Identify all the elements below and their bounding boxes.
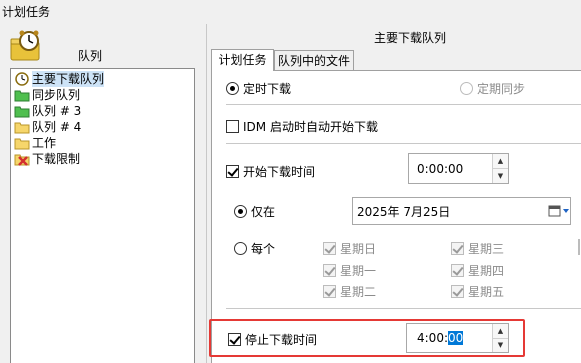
start-on-idm-startup-option[interactable]: IDM 启动时自动开始下载: [226, 118, 378, 135]
green-folder-icon: [14, 106, 30, 118]
weekday-checkbox[interactable]: [323, 264, 336, 277]
calendar-dropdown-icon[interactable]: [548, 204, 570, 218]
periodic-sync-radio[interactable]: [460, 82, 473, 95]
stop-download-time-option[interactable]: 停止下载时间: [228, 331, 317, 348]
stop-time-prefix: 4:00:: [417, 331, 448, 345]
tab-files-in-queue[interactable]: 队列中的文件: [274, 50, 354, 71]
queue-panel-header: 队列: [77, 49, 102, 63]
separator: [226, 308, 581, 309]
spin-down-icon[interactable]: ▼: [493, 169, 508, 183]
start-on-idm-startup-checkbox[interactable]: [226, 120, 239, 133]
weekday-monday[interactable]: 星期一: [323, 262, 376, 279]
queue-item-label: 队列 # 4: [32, 120, 82, 134]
queue-name-header: 主要下载队列: [373, 31, 446, 45]
queue-item-label: 同步队列: [32, 88, 81, 102]
yellow-folder-icon: [14, 122, 30, 134]
queue-item-sync[interactable]: 同步队列: [14, 87, 80, 103]
yellow-folder-icon: [14, 138, 30, 150]
start-time-value[interactable]: 0:00:00: [409, 162, 492, 176]
spin-down-icon[interactable]: ▼: [493, 338, 508, 352]
start-on-idm-startup-label: IDM 启动时自动开始下载: [243, 120, 378, 134]
queue-item-work[interactable]: 工作: [14, 135, 56, 151]
only-on-label: 仅在: [251, 205, 276, 219]
date-picker[interactable]: 2025年 7月25日: [352, 197, 571, 225]
one-time-download-option[interactable]: 定时下载: [226, 80, 291, 97]
weekday-sunday[interactable]: 星期日: [323, 240, 376, 257]
queue-item-label: 下载限制: [32, 152, 81, 166]
window-title: 计划任务: [2, 5, 51, 19]
separator: [226, 104, 581, 105]
weekday-label: 星期三: [468, 242, 505, 256]
weekday-label: 星期日: [340, 242, 377, 256]
start-time-spinner[interactable]: 0:00:00 ▲ ▼: [408, 153, 509, 184]
start-download-time-checkbox[interactable]: [226, 165, 239, 178]
spin-up-icon[interactable]: ▲: [493, 154, 508, 169]
separator: [226, 143, 581, 144]
every-label: 每个: [251, 242, 276, 256]
green-folder-icon: [14, 90, 30, 102]
periodic-sync-option[interactable]: 定期同步: [460, 80, 525, 97]
weekday-checkbox[interactable]: [451, 264, 464, 277]
pane-divider[interactable]: [206, 24, 207, 363]
weekday-tuesday[interactable]: 星期二: [323, 283, 376, 300]
weekday-friday[interactable]: 星期五: [451, 283, 504, 300]
stop-download-time-checkbox[interactable]: [228, 333, 241, 346]
start-download-time-label: 开始下载时间: [243, 165, 316, 179]
queue-clock-icon: [10, 30, 40, 61]
weekday-checkbox[interactable]: [451, 242, 464, 255]
weekday-label: 星期二: [340, 285, 377, 299]
weekday-label: 星期五: [468, 285, 505, 299]
queue-item-label: 主要下载队列: [32, 71, 105, 87]
queue-item-download-limit[interactable]: 下载限制: [14, 151, 80, 167]
weekday-checkbox-partial[interactable]: [578, 239, 580, 255]
periodic-sync-label: 定期同步: [477, 82, 526, 96]
queue-tree[interactable]: 主要下载队列 同步队列 队列 # 3 队列 # 4 工作 下载限制: [10, 68, 195, 363]
weekday-label: 星期一: [340, 264, 377, 278]
tab-schedule[interactable]: 计划任务: [211, 49, 274, 71]
weekday-checkbox[interactable]: [323, 242, 336, 255]
weekday-checkbox[interactable]: [451, 285, 464, 298]
date-value: 2025年 7月25日: [357, 204, 451, 219]
red-x-icon: [14, 154, 30, 166]
weekday-label: 星期四: [468, 264, 505, 278]
stop-time-spinner[interactable]: 4:00:00 ▲ ▼: [406, 323, 509, 353]
one-time-radio[interactable]: [226, 82, 239, 95]
start-download-time-option[interactable]: 开始下载时间: [226, 163, 315, 180]
stop-download-time-label: 停止下载时间: [245, 333, 318, 347]
queue-item-label: 队列 # 3: [32, 104, 82, 118]
only-on-radio[interactable]: [234, 205, 247, 218]
weekday-checkbox[interactable]: [323, 285, 336, 298]
queue-item-3[interactable]: 队列 # 3: [14, 103, 81, 119]
weekday-wednesday[interactable]: 星期三: [451, 240, 504, 257]
stop-time-selected-seconds[interactable]: 00: [448, 331, 464, 345]
queue-item-4[interactable]: 队列 # 4: [14, 119, 81, 135]
one-time-label: 定时下载: [243, 82, 292, 96]
every-radio[interactable]: [234, 242, 247, 255]
stop-time-value[interactable]: 4:00:00: [407, 331, 492, 345]
queue-item-main[interactable]: 主要下载队列: [14, 71, 105, 87]
queue-item-label: 工作: [32, 136, 57, 150]
every-weekday-option[interactable]: 每个: [234, 240, 275, 257]
only-on-date-option[interactable]: 仅在: [234, 203, 275, 220]
main-queue-icon: [15, 72, 29, 86]
weekday-thursday[interactable]: 星期四: [451, 262, 504, 279]
spin-up-icon[interactable]: ▲: [493, 324, 508, 339]
